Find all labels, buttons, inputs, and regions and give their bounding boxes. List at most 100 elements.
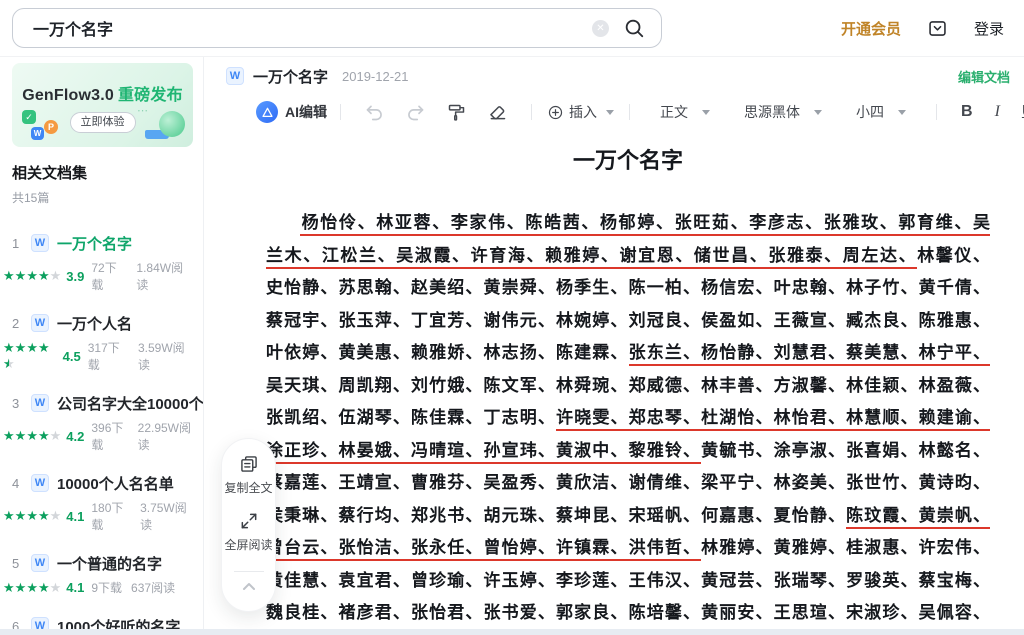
list-item[interactable]: 2W一万个人名★★★★★★4.5317下载3.59W阅读 — [12, 312, 193, 373]
font-size-dropdown[interactable]: 小四 — [856, 102, 906, 122]
font-family-dropdown[interactable]: 思源黑体 — [744, 102, 822, 122]
rating-value: 4.2 — [66, 429, 84, 444]
login-link[interactable]: 登录 — [974, 18, 1004, 39]
downloads-count: 317下载 — [88, 339, 129, 373]
names-segment: 陈玟霞、黄崇帆、 — [846, 506, 990, 529]
star-icon: ★ — [50, 580, 62, 595]
chevron-down-icon — [702, 110, 710, 115]
banner-highlight: 重磅发布 — [118, 87, 183, 104]
search-icon[interactable] — [623, 17, 645, 39]
star-icon: ★ — [15, 268, 27, 283]
doc-item-title-row: 4W 10000个人名名单 — [12, 472, 193, 494]
rating-value: 4.1 — [66, 580, 84, 595]
top-right-actions: 开通会员 登录 — [841, 0, 1024, 57]
names-segment: 许晓雯、郑忠琴、杜湖怡、林怡君、林慧顺、赖建谕、 — [556, 408, 990, 431]
sidebar: GenFlow3.0重磅发布 ✓ P W 立即体验 ⋯ 相关文档集 共15篇 1… — [0, 57, 204, 629]
star-icon: ★ — [38, 580, 50, 595]
reads-count: 3.75W阅读 — [140, 499, 193, 533]
fullscreen-icon[interactable] — [239, 511, 259, 531]
names-segment: 吴天琪、周凯翔、刘竹娥、陈文军、林舜琬、郑威德、林丰善、方淑馨、林佳颖、林盈薇、 — [266, 376, 990, 395]
doc-item-title[interactable]: 10000个人名名单 — [57, 473, 174, 494]
star-icon: ★ — [3, 340, 15, 355]
main-area: W 一万个名字 2019-12-21 编辑文档 AI编辑 — [204, 57, 1024, 629]
fullscreen-read-button[interactable]: 全屏阅读 — [224, 536, 272, 553]
names-line: 黄佳慧、袁宜君、曾珍瑜、许玉婷、李珍莲、王伟汉、黄冠芸、张瑞琴、罗骏英、蔡宝梅、 — [266, 565, 990, 598]
ai-edit-label: AI编辑 — [285, 102, 327, 122]
doc-item-title-row: 2W一万个人名 — [12, 312, 193, 334]
bold-button[interactable]: B — [961, 103, 973, 121]
doc-item-title-row: 1W一万个名字 — [12, 232, 193, 254]
list-item[interactable]: 6W1000个好听的名字★★★★★4.8205下载7.37W阅读 — [12, 615, 193, 629]
star-rating: ★★★★★ — [3, 508, 61, 524]
doc-app-icon: ✓ — [22, 110, 36, 124]
ppt-app-icon: P — [44, 120, 58, 134]
clear-search-icon[interactable]: ✕ — [592, 20, 609, 37]
names-segment: 林雅婷、黄雅婷、桂淑惠、许宏伟、 — [701, 538, 990, 557]
names-segment: 曾台云、张怡洁、张永任、曾怡婷、许镇霖、洪伟哲、 — [266, 538, 701, 561]
list-item[interactable]: 3W公司名字大全10000个★★★★★4.2396下载22.95W阅读 — [12, 392, 193, 453]
star-icon: ★ — [3, 268, 15, 283]
list-item[interactable]: 5W一个普通的名字★★★★★4.19下载637阅读 — [12, 552, 193, 596]
search-input[interactable] — [13, 19, 592, 37]
names-segment: 涂正珍、林晏娥、冯晴瑄、孙宣玮、黄淑中、黎雅铃、 — [266, 441, 701, 464]
star-icon: ★★ — [3, 356, 15, 372]
names-line: 杨怡伶、林亚蓉、李家伟、陈皓茜、杨郁婷、张旺茹、李彦志、张雅玫、郭育维、吴 — [266, 207, 990, 240]
doc-item-title[interactable]: 公司名字大全10000个 — [57, 393, 204, 414]
word-doc-icon: W — [31, 394, 49, 412]
names-line: 蔡嘉莲、王靖宣、曹雅芬、吴盈秀、黄欣洁、谢倩维、梁平宁、林姿美、张世竹、黄诗昀、 — [266, 467, 990, 500]
document-header: W 一万个名字 2019-12-21 编辑文档 — [226, 64, 1010, 88]
names-line: 涂正珍、林晏娥、冯晴瑄、孙宣玮、黄淑中、黎雅铃、黄毓书、涂亭淑、张喜娟、林懿名、 — [266, 435, 990, 468]
reads-count: 3.59W阅读 — [138, 339, 193, 373]
list-item[interactable]: 1W一万个名字★★★★★3.972下载1.84W阅读 — [12, 232, 193, 293]
redo-icon[interactable] — [405, 102, 426, 123]
names-line: 张凯绍、伍湖琴、陈佳霖、丁志明、许晓雯、郑忠琴、杜湖怡、林怡君、林慧顺、赖建谕、 — [266, 402, 990, 435]
names-segment: 林馨仪、 — [917, 246, 990, 265]
copy-full-text-button[interactable]: 复制全文 — [224, 479, 272, 496]
doc-item-title[interactable]: 一个普通的名字 — [57, 553, 162, 574]
edit-document-link[interactable]: 编辑文档 — [958, 67, 1010, 86]
star-icon: ★ — [15, 508, 27, 523]
italic-button[interactable]: I — [995, 103, 1000, 121]
paragraph-style-dropdown[interactable]: 正文 — [660, 102, 710, 122]
reads-count: 637阅读 — [131, 579, 175, 596]
list-item[interactable]: 4W10000个人名名单★★★★★4.1180下载3.75W阅读 — [12, 472, 193, 533]
word-doc-icon: W — [31, 474, 49, 492]
doc-item-title-row: 5W一个普通的名字 — [12, 552, 193, 574]
open-vip-link[interactable]: 开通会员 — [841, 18, 901, 39]
docs-count: 共15篇 — [12, 189, 193, 206]
doc-item-title[interactable]: 一万个人名 — [57, 313, 132, 334]
doc-item-title[interactable]: 一万个名字 — [57, 233, 132, 254]
star-icon: ★ — [50, 428, 62, 443]
star-icon: ★ — [38, 508, 50, 523]
collection-folder-icon[interactable] — [927, 18, 948, 39]
genflow-banner[interactable]: GenFlow3.0重磅发布 ✓ P W 立即体验 ⋯ — [12, 63, 193, 147]
eraser-icon[interactable] — [487, 102, 508, 123]
format-painter-icon[interactable] — [446, 102, 467, 123]
names-segment: 史怡静、苏思翰、赵美绍、黄崇舜、杨季生、陈一柏、杨信宏、叶忠翰、林子竹、黄千倩、 — [266, 278, 990, 297]
doc-item-stats: ★★★★★3.972下载1.84W阅读 — [3, 259, 193, 293]
names-line: 曾台云、张怡洁、张永任、曾怡婷、许镇霖、洪伟哲、林雅婷、黄雅婷、桂淑惠、许宏伟、 — [266, 532, 990, 565]
doc-index: 4 — [12, 476, 24, 491]
doc-item-stats: ★★★★★4.19下载637阅读 — [3, 579, 193, 596]
try-now-button[interactable]: 立即体验 — [70, 112, 136, 133]
chevron-up-icon[interactable] — [242, 581, 256, 591]
word-doc-icon: W — [31, 234, 49, 252]
names-segment: 兰木、江松兰、吴淑霞、许育海、赖雅婷、谢宜恩、储世昌、张雅泰、周左达、 — [266, 246, 917, 269]
undo-icon[interactable] — [364, 102, 385, 123]
search-box[interactable]: ✕ — [12, 8, 662, 48]
doc-item-title-row: 6W1000个好听的名字 — [12, 615, 193, 629]
doc-item-title[interactable]: 1000个好听的名字 — [57, 616, 180, 630]
star-icon: ★ — [38, 428, 50, 443]
star-icon: ★ — [50, 508, 62, 523]
page-title: 一万个名字 — [266, 143, 990, 175]
chevron-down-icon — [606, 110, 614, 115]
star-icon: ★ — [3, 508, 15, 523]
star-rating: ★★★★★ — [3, 268, 61, 284]
copy-icon[interactable] — [239, 454, 259, 474]
top-bar: ✕ 开通会员 登录 — [0, 0, 1024, 57]
mascot-icon — [159, 111, 185, 137]
related-docs-title: 相关文档集 — [12, 162, 193, 183]
ai-icon — [256, 101, 278, 123]
insert-button[interactable]: 插入 — [547, 102, 614, 122]
ai-edit-button[interactable]: AI编辑 — [256, 101, 327, 123]
